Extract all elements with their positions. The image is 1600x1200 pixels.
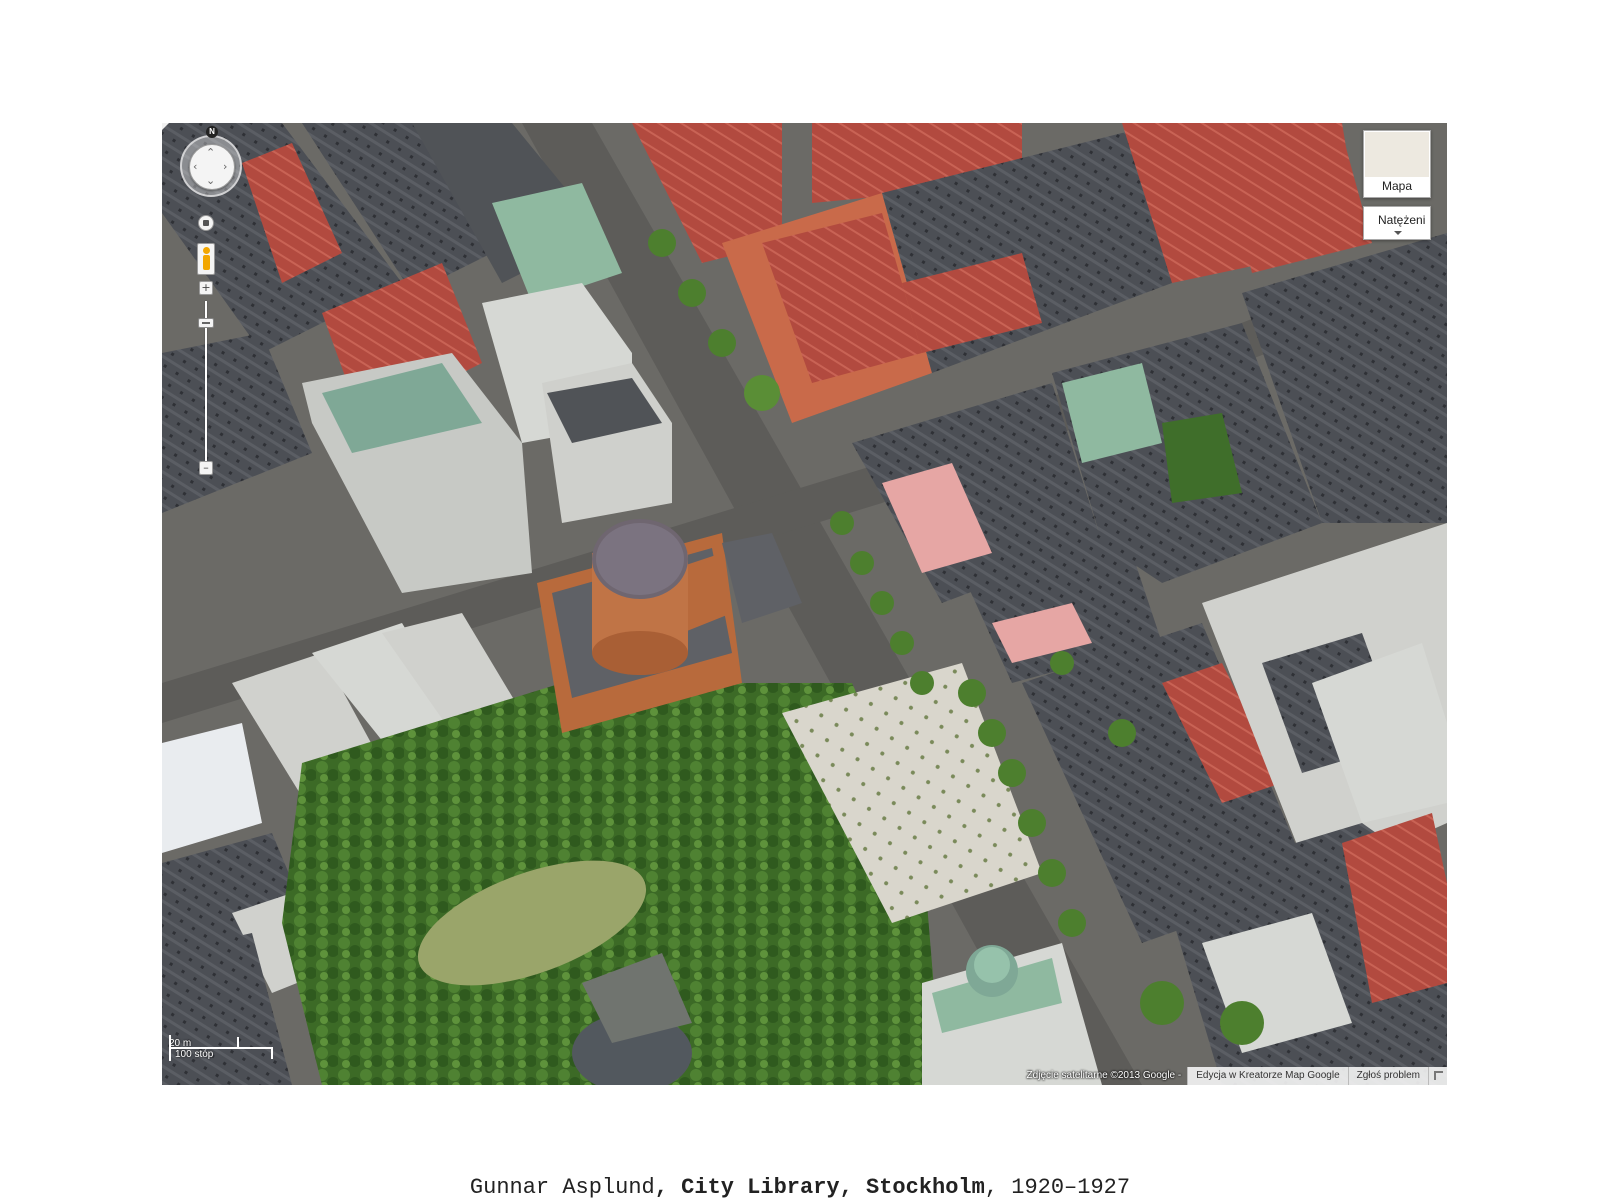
caption-separator: , bbox=[984, 1175, 1012, 1200]
pegman-icon[interactable] bbox=[197, 243, 215, 275]
imagery-attribution: Zdjęcie satelitarne ©2013 Google - bbox=[1026, 1070, 1182, 1081]
scale-tick bbox=[169, 1035, 171, 1061]
caption-separator: , bbox=[839, 1175, 867, 1200]
map-type-button[interactable]: Mapa bbox=[1363, 130, 1431, 198]
map-type-label: Mapa bbox=[1381, 179, 1413, 193]
rotate-icon[interactable] bbox=[198, 215, 214, 231]
report-problem-link[interactable]: Zgłoś problem bbox=[1347, 1067, 1428, 1085]
corner-tab bbox=[162, 123, 169, 130]
page: ⌃ ⌄ ‹ › N + – Mapa Natężeni 20 m 100 stó… bbox=[0, 0, 1600, 1200]
pan-up-icon[interactable]: ⌃ bbox=[206, 147, 215, 158]
map-thumbnail bbox=[1365, 132, 1429, 177]
caption-city: Stockholm bbox=[866, 1175, 985, 1200]
pan-down-icon[interactable]: ⌄ bbox=[206, 175, 215, 186]
zoom-slider-handle[interactable] bbox=[198, 318, 214, 328]
pan-left-icon[interactable]: ‹ bbox=[193, 161, 197, 172]
pan-control[interactable]: ⌃ ⌄ ‹ › bbox=[180, 135, 242, 197]
chevron-down-icon bbox=[1394, 231, 1402, 235]
edit-in-map-maker-link[interactable]: Edycja w Kreatorze Map Google bbox=[1187, 1067, 1348, 1085]
pan-knob[interactable]: ⌃ ⌄ ‹ › bbox=[189, 144, 235, 190]
caption-separator: , bbox=[654, 1175, 682, 1200]
scale-bar bbox=[169, 1047, 273, 1049]
aerial-imagery[interactable] bbox=[162, 123, 1447, 1085]
caption-years: 1920–1927 bbox=[1011, 1175, 1131, 1200]
figure-caption: Gunnar Asplund, City Library, Stockholm,… bbox=[0, 1175, 1600, 1200]
aerial-map[interactable]: ⌃ ⌄ ‹ › N + – Mapa Natężeni 20 m 100 stó… bbox=[162, 123, 1447, 1085]
caption-building: City Library bbox=[681, 1175, 840, 1200]
pan-right-icon[interactable]: › bbox=[223, 161, 227, 172]
zoom-in-icon[interactable]: + bbox=[199, 281, 213, 295]
scale-tick bbox=[237, 1037, 239, 1047]
zoom-out-icon[interactable]: – bbox=[199, 461, 213, 475]
caption-architect: Gunnar Asplund bbox=[469, 1175, 655, 1200]
attribution-bar: Zdjęcie satelitarne ©2013 Google - Edycj… bbox=[1021, 1067, 1447, 1085]
scale-tick bbox=[271, 1047, 273, 1059]
fullscreen-corner-icon[interactable] bbox=[1428, 1067, 1447, 1085]
traffic-label: Natężeni bbox=[1378, 213, 1426, 227]
traffic-button[interactable]: Natężeni bbox=[1363, 206, 1431, 240]
compass-icon[interactable]: N bbox=[206, 126, 218, 138]
map-scale: 20 m 100 stóp bbox=[169, 1035, 273, 1061]
scale-imperial: 100 stóp bbox=[175, 1049, 214, 1060]
